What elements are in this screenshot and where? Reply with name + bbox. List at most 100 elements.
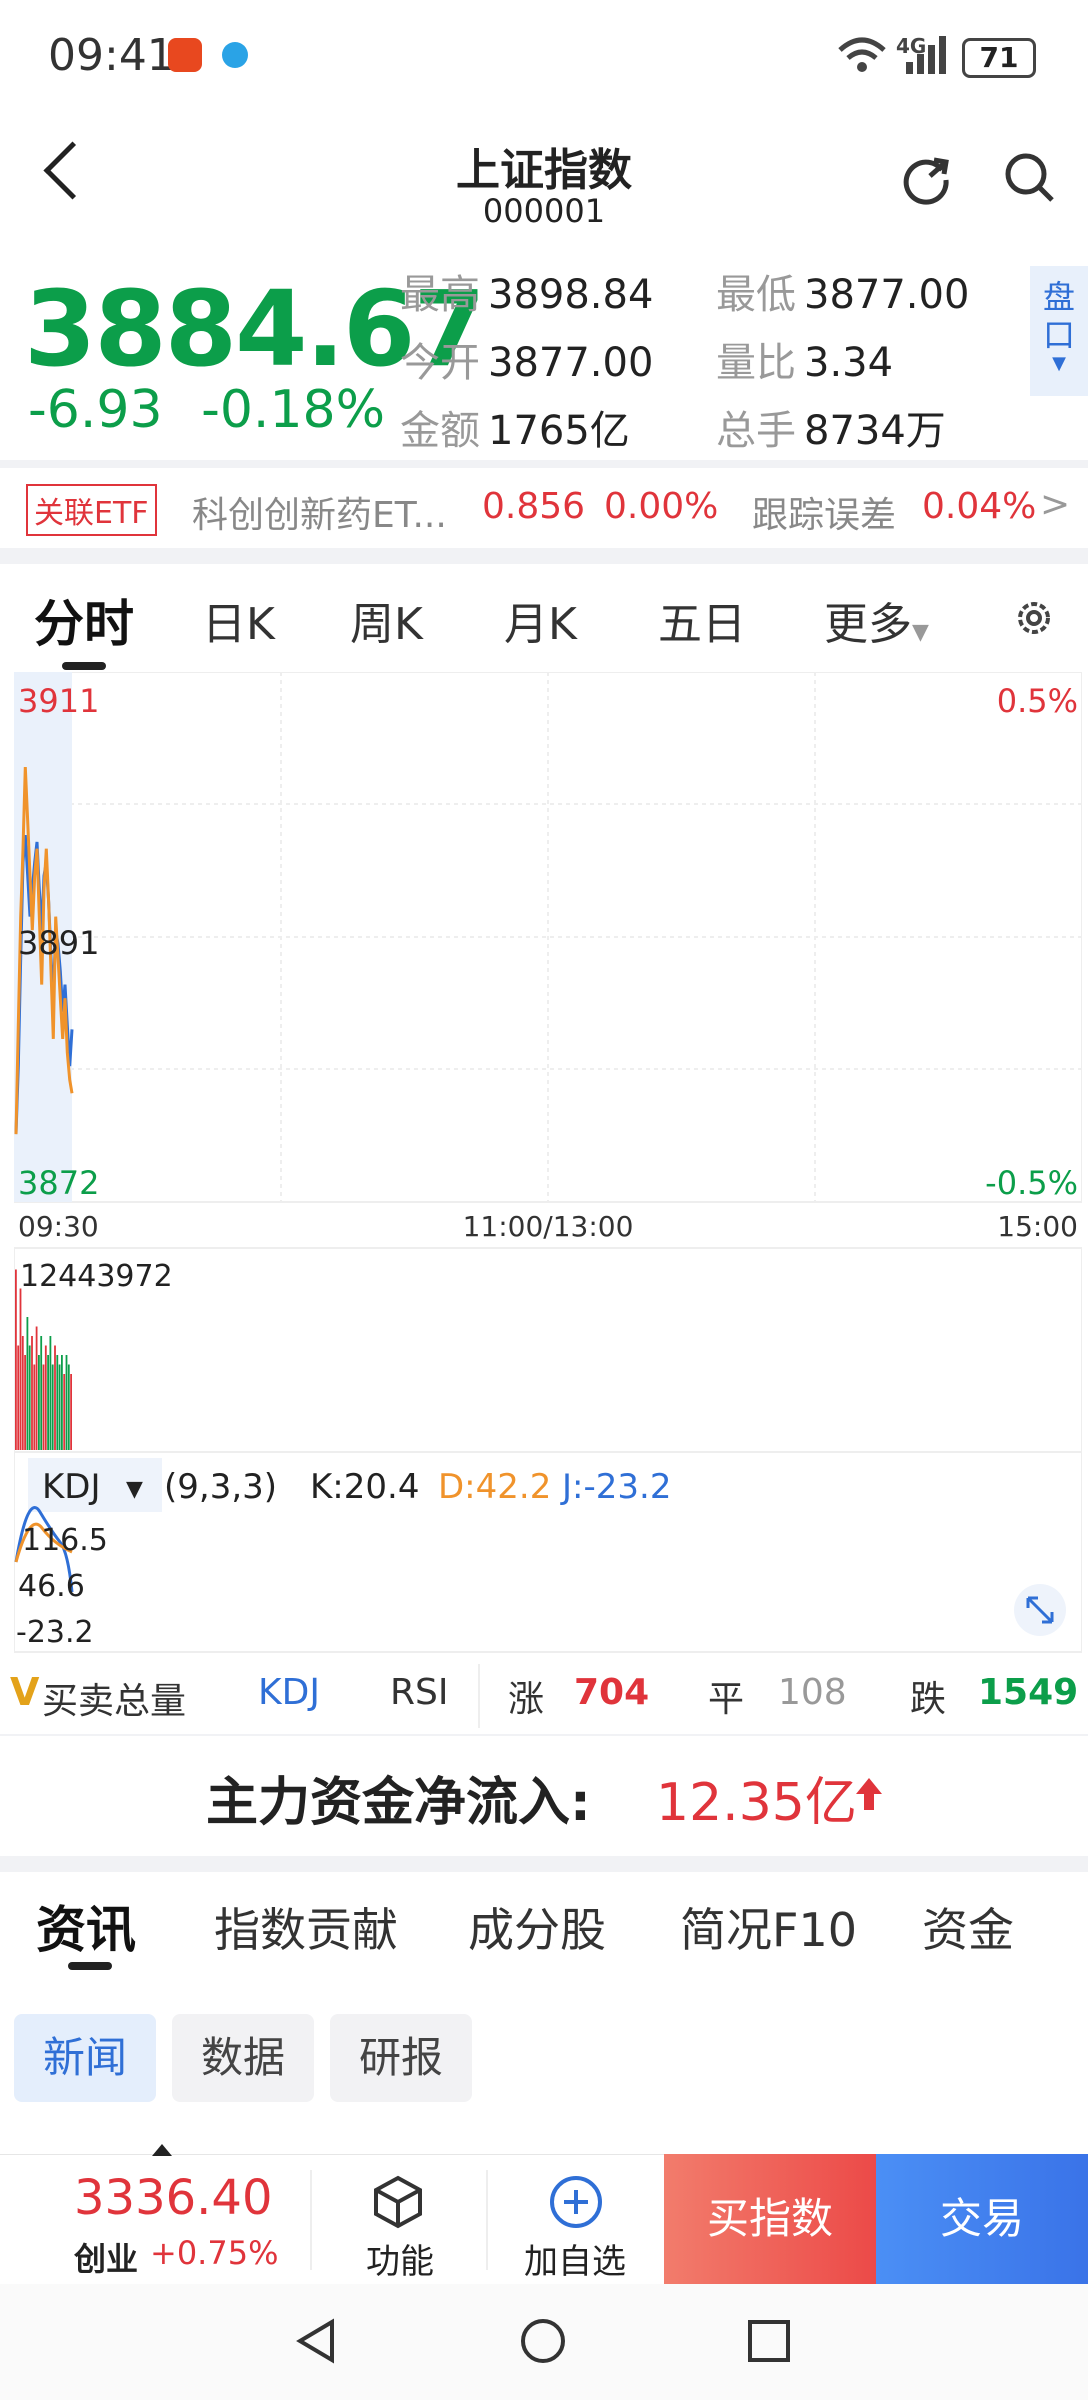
kdj-j-value: J:-23.2 — [560, 1467, 671, 1507]
volume-max-label: 12443972 — [20, 1259, 173, 1294]
arrow-up-icon — [856, 1778, 882, 1810]
etf-tag: 关联ETF — [26, 484, 157, 536]
tab-rsi[interactable]: RSI — [390, 1672, 448, 1713]
battery-icon: 71 — [962, 38, 1036, 78]
divider — [0, 1734, 1088, 1736]
divider — [478, 1664, 480, 1728]
intraday-chart[interactable]: 3911 3891 3872 0.5% -0.5% 09:30 11:00/13… — [14, 672, 1082, 1672]
divider — [310, 2170, 312, 2270]
expand-icon[interactable] — [1014, 1584, 1066, 1636]
volume-bar — [65, 1355, 68, 1450]
search-icon[interactable] — [1002, 150, 1058, 206]
tab-more[interactable]: 更多▼ — [824, 588, 929, 652]
tab-index-contribution[interactable]: 指数贡献 — [214, 1894, 398, 1960]
pct-axis-top-label: 0.5% — [997, 682, 1078, 720]
pankou-label-1: 盘 — [1042, 278, 1075, 316]
tab-daily-k[interactable]: 日K — [202, 588, 275, 652]
volume-bar — [35, 1326, 38, 1450]
volume-bar — [49, 1336, 52, 1450]
kdj-axis-top: 116.5 — [22, 1523, 108, 1558]
stat-open-label: 今开 — [400, 340, 480, 386]
flat-count-label: 平 — [708, 1679, 745, 1720]
volume-bar — [40, 1336, 43, 1450]
change-value: -6.93 — [28, 380, 163, 440]
indicator-name: KDJ — [42, 1467, 101, 1507]
tab-indicator — [62, 662, 106, 670]
chip-news[interactable]: 新闻 — [14, 2014, 156, 2102]
ticker-price[interactable]: 3336.40 — [74, 2170, 273, 2226]
track-error-label: 跟踪误差 — [752, 495, 897, 536]
system-nav-bar — [0, 2284, 1088, 2400]
volume-bar — [67, 1364, 70, 1450]
volume-bar — [61, 1355, 63, 1450]
chip-data[interactable]: 数据 — [172, 2014, 314, 2102]
stat-ratio-value: 3.34 — [804, 340, 894, 386]
divider — [0, 1856, 1088, 1872]
back-triangle-icon[interactable] — [292, 2316, 342, 2366]
x-axis-end-label: 15:00 — [997, 1210, 1078, 1243]
add-circle-icon[interactable] — [546, 2172, 606, 2232]
chevron-right-icon[interactable]: > — [1040, 484, 1070, 525]
down-count-value: 1549 — [978, 1672, 1079, 1713]
stat-open-value: 3877.00 — [488, 340, 654, 386]
tab-monthly-k[interactable]: 月K — [504, 588, 577, 652]
etf-price: 0.856 — [482, 486, 586, 527]
etf-name[interactable]: 科创创新药ET... — [192, 486, 447, 538]
tab-total-volume[interactable]: 买卖总量 — [42, 1672, 186, 1724]
caret-down-icon: ▼ — [126, 1477, 143, 1502]
ticker-name: 创业 — [74, 2240, 139, 2278]
volume-bar — [26, 1317, 29, 1450]
chip-research[interactable]: 研报 — [330, 2014, 472, 2102]
tab-intraday[interactable]: 分时 — [34, 584, 134, 656]
stat-turnover-value: 8734万 — [804, 408, 946, 454]
pct-axis-bottom-label: -0.5% — [985, 1164, 1078, 1202]
volume-bar — [70, 1374, 72, 1450]
buy-index-button[interactable]: 买指数 — [664, 2154, 876, 2284]
stat-high-value: 3898.84 — [488, 272, 654, 318]
volume-bar — [21, 1336, 24, 1450]
y-axis-mid-label: 3891 — [18, 924, 99, 962]
tab-overview-f10[interactable]: 简况F10 — [680, 1894, 857, 1960]
stat-ratio-label: 量比 — [716, 340, 796, 386]
add-watchlist-button[interactable]: 加自选 — [524, 2234, 626, 2283]
tab-weekly-k[interactable]: 周K — [350, 588, 423, 652]
taobao-app-icon — [168, 38, 202, 72]
y-axis-top-label: 3911 — [18, 682, 99, 720]
volume-bar — [19, 1288, 22, 1450]
function-button[interactable]: 功能 — [366, 2234, 434, 2283]
volume-bar — [56, 1355, 59, 1450]
trade-button[interactable]: 交易 — [876, 2154, 1088, 2284]
tab-funds[interactable]: 资金 — [922, 1894, 1014, 1960]
pankou-button[interactable]: 盘 口 ▼ — [1030, 266, 1088, 396]
settings-icon[interactable] — [1012, 596, 1056, 640]
wifi-icon — [838, 37, 886, 72]
status-time: 09:41 — [48, 30, 175, 81]
recents-square-icon[interactable] — [744, 2316, 794, 2366]
change-percent: -0.18% — [201, 380, 386, 440]
stat-amount-label: 金额 — [400, 408, 480, 454]
refresh-icon[interactable] — [898, 150, 954, 206]
home-circle-icon[interactable] — [518, 2316, 568, 2366]
blue-app-icon — [222, 42, 248, 68]
stat-open: 今开 3877.00 — [400, 330, 653, 388]
volume-bar — [63, 1374, 66, 1450]
tab-news[interactable]: 资讯 — [36, 1890, 136, 1962]
ticker-percent: +0.75% — [150, 2234, 279, 2272]
down-count-label: 跌 — [910, 1679, 947, 1720]
pankou-label-2: 口 — [1042, 316, 1075, 354]
status-bar: 09:41 4G 71 — [0, 0, 1088, 110]
tab-five-day[interactable]: 五日 — [658, 588, 746, 652]
tab-kdj[interactable]: KDJ — [258, 1672, 320, 1713]
kdj-axis-bottom: -23.2 — [16, 1615, 94, 1650]
up-count-value: 704 — [574, 1672, 650, 1713]
volume-bar — [17, 1345, 20, 1450]
cube-icon[interactable] — [368, 2172, 428, 2232]
kdj-axis-mid: 46.6 — [18, 1569, 85, 1604]
tab-constituents[interactable]: 成分股 — [468, 1894, 606, 1960]
volume-bar — [54, 1345, 56, 1450]
fund-flow-label: 主力资金净流入: — [206, 1773, 591, 1833]
x-axis-start-label: 09:30 — [18, 1210, 99, 1243]
stat-low: 最低 3877.00 — [716, 262, 969, 320]
index-change: -6.93 -0.18% — [28, 380, 385, 440]
up-count-label: 涨 — [508, 1679, 545, 1720]
